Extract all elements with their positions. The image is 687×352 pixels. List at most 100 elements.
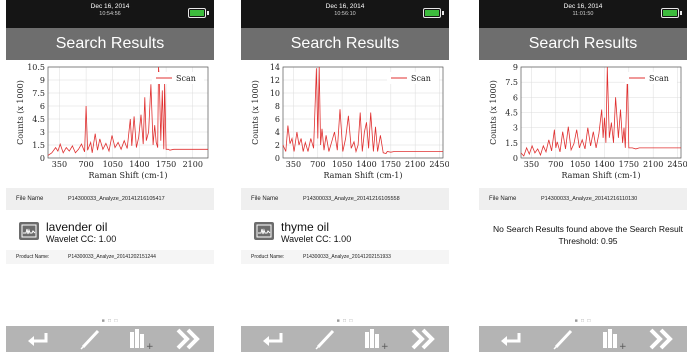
x-tick-label: 1750 — [619, 160, 639, 169]
x-tick-label: 700 — [78, 160, 93, 169]
forward-chevron-icon — [649, 328, 673, 350]
y-axis-label: Counts (x 1000) — [489, 80, 498, 145]
forward-chevron-icon — [411, 328, 435, 350]
y-tick-label: 9 — [40, 76, 45, 85]
y-axis-label: Counts (x 1000) — [251, 80, 260, 145]
page-indicator: ■ □ □ — [101, 318, 119, 324]
x-tick-label: 2100 — [183, 160, 203, 169]
phone-screen: Dec 16, 2014 10:54:56 Search Results 350… — [6, 0, 214, 352]
page-indicator: ■ □ □ — [574, 318, 592, 324]
search-result-item[interactable]: lavender oil Wavelet CC: 1.00 — [6, 212, 214, 250]
spectrum-icon — [19, 222, 39, 240]
y-tick-label: 8 — [275, 102, 280, 111]
y-tick-label: 6 — [275, 115, 280, 124]
x-tick-label: 350 — [524, 160, 539, 169]
svg-text:+: + — [381, 342, 389, 352]
file-name-row: File Name P14300033_Analyze_201412161101… — [479, 188, 687, 210]
next-button[interactable] — [643, 326, 683, 352]
file-name-value: P14300033_Analyze_20141216110130 — [541, 196, 638, 202]
legend-label: Scan — [411, 74, 431, 83]
edit-button[interactable] — [543, 326, 583, 352]
x-axis-label: Raman Shift (cm-1) — [561, 171, 640, 180]
back-button[interactable] — [493, 326, 533, 352]
edit-button[interactable] — [305, 326, 345, 352]
status-time: 10:56:10 — [334, 11, 356, 17]
x-tick-label: 700 — [548, 160, 563, 169]
status-date: Dec 16, 2014 — [325, 3, 365, 10]
battery-icon — [423, 8, 444, 18]
result-name: lavender oil — [46, 220, 108, 234]
back-arrow-icon — [263, 333, 283, 346]
pen-icon — [80, 329, 100, 350]
spectrum-chart: 350 700 1050 1400 1750 2100 2450 0 1.5 3 4.5 6 7.5 9 R… — [479, 62, 687, 184]
back-button[interactable] — [20, 326, 60, 352]
back-arrow-icon — [501, 333, 521, 346]
add-to-library-button[interactable]: + — [355, 326, 395, 352]
library-add-icon: + — [603, 329, 627, 352]
product-name-label: Product Name: — [16, 254, 50, 260]
x-axis-label: Raman Shift (cm-1) — [88, 171, 167, 180]
result-name: thyme oil — [281, 220, 330, 234]
y-tick-label: 3 — [513, 124, 518, 133]
product-name-value: P14300033_Analyze_20141202151244 — [68, 254, 156, 260]
phone-screen: Dec 16, 2014 11:01:50 Search Results 350… — [479, 0, 687, 352]
status-bar: Dec 16, 2014 11:01:50 — [479, 0, 687, 28]
y-tick-label: 14 — [270, 63, 280, 72]
file-name-label: File Name — [489, 196, 517, 202]
edit-button[interactable] — [70, 326, 110, 352]
x-tick-label: 2100 — [405, 160, 425, 169]
x-tick-label: 1750 — [156, 160, 176, 169]
legend-label: Scan — [649, 74, 669, 83]
x-tick-label: 1400 — [594, 160, 614, 169]
y-tick-label: 0 — [40, 154, 45, 163]
legend: Scan — [152, 72, 204, 84]
y-tick-label: 7.5 — [505, 78, 518, 87]
spectrum-chart: 350 700 1050 1400 1750 2100 2450 0 2 4 6 8 10 12 14 Ram… — [241, 62, 449, 184]
result-correlation: Wavelet CC: 1.00 — [281, 234, 352, 244]
back-arrow-icon — [28, 333, 48, 346]
x-tick-label: 1400 — [129, 160, 149, 169]
result-correlation: Wavelet CC: 1.00 — [46, 234, 117, 244]
y-tick-label: 0 — [275, 154, 280, 163]
page-title: Search Results — [241, 28, 449, 60]
file-name-value: P14300033_Analyze_20141216105558 — [303, 196, 400, 202]
y-tick-label: 10 — [270, 89, 280, 98]
product-name-row: Product Name: P14300033_Analyze_20141202… — [6, 250, 214, 264]
battery-icon — [661, 8, 682, 18]
legend-label: Scan — [176, 74, 196, 83]
phone-screen: Dec 16, 2014 10:56:10 Search Results 350… — [241, 0, 449, 352]
x-tick-label: 1750 — [381, 160, 401, 169]
svg-text:+: + — [146, 342, 154, 352]
y-tick-label: 1.5 — [505, 139, 518, 148]
bottom-toolbar: + — [6, 326, 214, 352]
legend: Scan — [625, 72, 677, 84]
y-tick-label: 4.5 — [505, 109, 518, 118]
bottom-toolbar: + — [479, 326, 687, 352]
page-indicator: ■ □ □ — [336, 318, 354, 324]
svg-text:+: + — [619, 342, 627, 352]
x-tick-label: 2100 — [643, 160, 663, 169]
status-date: Dec 16, 2014 — [563, 3, 603, 10]
y-axis-label: Counts (x 1000) — [16, 80, 25, 145]
page-title: Search Results — [6, 28, 214, 60]
status-time: 10:54:56 — [99, 11, 121, 17]
forward-chevron-icon — [176, 328, 200, 350]
legend: Scan — [387, 72, 439, 84]
add-to-library-button[interactable]: + — [593, 326, 633, 352]
x-tick-label: 700 — [310, 160, 325, 169]
x-tick-label: 2450 — [429, 160, 449, 169]
search-result-item[interactable]: thyme oil Wavelet CC: 1.00 — [241, 212, 449, 250]
next-button[interactable] — [405, 326, 445, 352]
status-bar: Dec 16, 2014 10:54:56 — [6, 0, 214, 28]
back-button[interactable] — [255, 326, 295, 352]
y-tick-label: 6 — [513, 93, 518, 102]
y-tick-label: 1.5 — [32, 141, 45, 150]
next-button[interactable] — [170, 326, 210, 352]
product-name-row: Product Name: P14300033_Analyze_20141202… — [241, 250, 449, 264]
pen-icon — [553, 329, 573, 350]
add-to-library-button[interactable]: + — [120, 326, 160, 352]
y-tick-label: 10.5 — [27, 63, 45, 72]
y-tick-label: 0 — [513, 154, 518, 163]
status-date: Dec 16, 2014 — [90, 3, 130, 10]
file-name-label: File Name — [251, 196, 279, 202]
